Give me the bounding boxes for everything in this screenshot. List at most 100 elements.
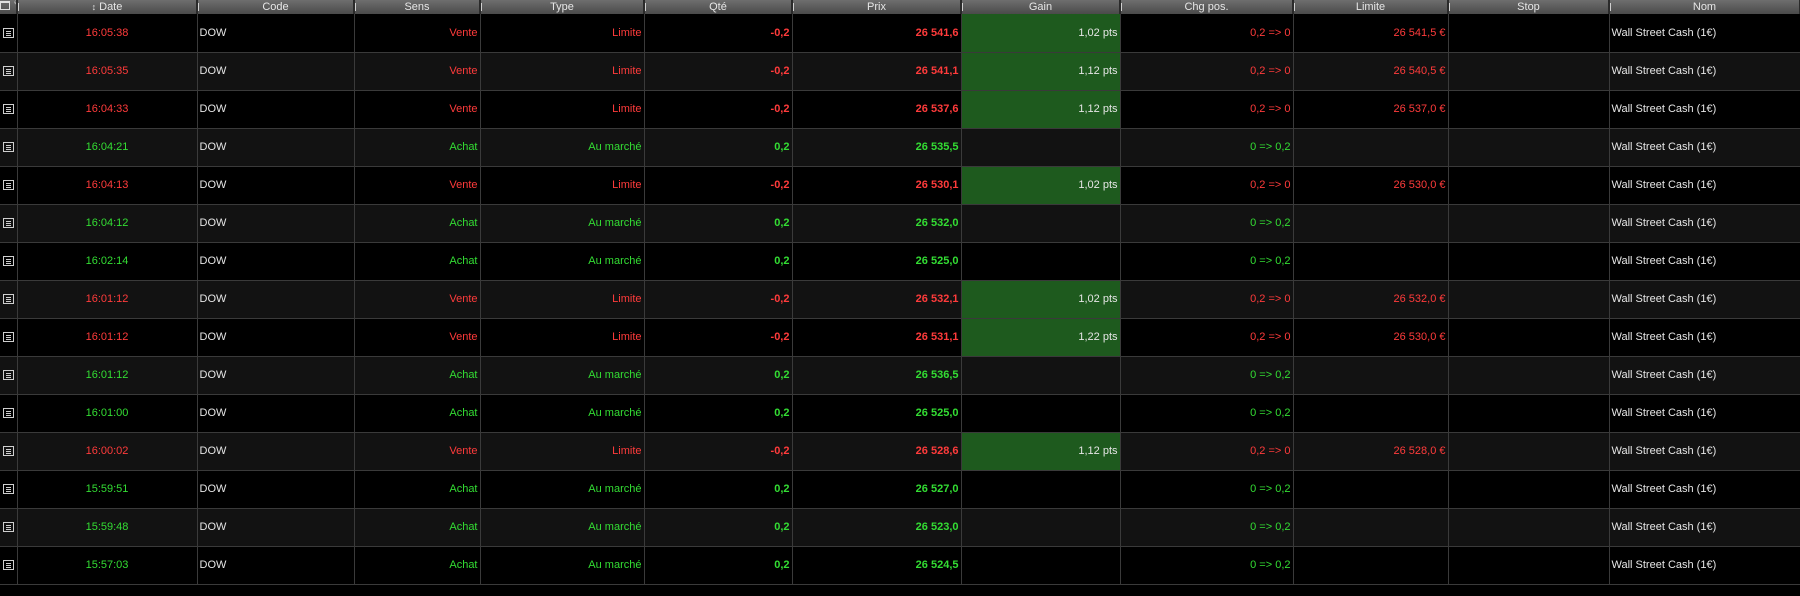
order-detail-icon[interactable] xyxy=(2,66,14,77)
cell-sens: Vente xyxy=(354,280,481,319)
cell-qte: 0,2 xyxy=(644,508,793,547)
cell-sens: Achat xyxy=(354,356,481,395)
table-row[interactable]: 16:04:33 DOW Vente Limite -0,2 26 537,6 1,12 p… xyxy=(0,90,1800,129)
cell-sens: Vente xyxy=(354,90,481,129)
row-icon-cell[interactable] xyxy=(0,546,18,585)
table-row[interactable]: 16:01:00 DOW Achat Au marché 0,2 26 525,0 0 =>… xyxy=(0,394,1800,433)
order-detail-icon[interactable] xyxy=(2,522,14,533)
cell-nom: Wall Street Cash (1€) xyxy=(1609,546,1800,585)
table-row[interactable]: 15:59:48 DOW Achat Au marché 0,2 26 523,0 0 =>… xyxy=(0,508,1800,547)
cell-gain: 1,02 pts xyxy=(961,166,1121,205)
order-detail-icon[interactable] xyxy=(2,370,14,381)
cell-limite: 26 537,0 € xyxy=(1293,90,1449,129)
cell-chg: 0 => 0,2 xyxy=(1120,394,1294,433)
column-header-stop[interactable]: Stop xyxy=(1448,0,1610,14)
column-header-nom[interactable]: Nom xyxy=(1609,0,1800,14)
order-detail-icon[interactable] xyxy=(2,142,14,153)
order-detail-icon[interactable] xyxy=(2,180,14,191)
cell-type: Limite xyxy=(480,280,645,319)
table-row[interactable]: 16:04:13 DOW Vente Limite -0,2 26 530,1 1,02 p… xyxy=(0,166,1800,205)
row-icon-cell[interactable] xyxy=(0,242,18,281)
row-icon-cell[interactable] xyxy=(0,318,18,357)
header-icons-cell[interactable]: 🔧︎ xyxy=(0,0,18,14)
cell-prix: 26 537,6 xyxy=(792,90,962,129)
cell-chg: 0 => 0,2 xyxy=(1120,508,1294,547)
row-icon-cell[interactable] xyxy=(0,52,18,91)
table-row[interactable]: 16:01:12 DOW Achat Au marché 0,2 26 536,5 0 =>… xyxy=(0,356,1800,395)
order-detail-icon[interactable] xyxy=(2,484,14,495)
cell-date: 15:59:51 xyxy=(17,470,198,509)
orders-table: 🔧︎ ↕Date Code Sens Type Qté Prix Gain Ch… xyxy=(0,0,1800,585)
row-icon-cell[interactable] xyxy=(0,280,18,319)
table-row[interactable]: 16:04:12 DOW Achat Au marché 0,2 26 532,0 0 =>… xyxy=(0,204,1800,243)
cell-code: DOW xyxy=(197,394,355,433)
order-detail-icon[interactable] xyxy=(2,218,14,229)
row-icon-cell[interactable] xyxy=(0,394,18,433)
cell-sens: Achat xyxy=(354,204,481,243)
column-header-prix[interactable]: Prix xyxy=(792,0,962,14)
row-icon-cell[interactable] xyxy=(0,356,18,395)
column-header-code[interactable]: Code xyxy=(197,0,355,14)
cell-type: Au marché xyxy=(480,508,645,547)
order-detail-icon[interactable] xyxy=(2,256,14,267)
cell-nom: Wall Street Cash (1€) xyxy=(1609,90,1800,129)
column-header-gain[interactable]: Gain xyxy=(961,0,1121,14)
order-detail-icon[interactable] xyxy=(2,446,14,457)
cell-qte: -0,2 xyxy=(644,14,793,53)
order-detail-icon[interactable] xyxy=(2,294,14,305)
table-row[interactable]: 15:57:03 DOW Achat Au marché 0,2 26 524,5 0 =>… xyxy=(0,546,1800,585)
cell-limite: 26 528,0 € xyxy=(1293,432,1449,471)
cell-code: DOW xyxy=(197,90,355,129)
table-row[interactable]: 16:01:12 DOW Vente Limite -0,2 26 531,1 1,22 p… xyxy=(0,318,1800,357)
order-detail-icon[interactable] xyxy=(2,332,14,343)
table-row[interactable]: 16:01:12 DOW Vente Limite -0,2 26 532,1 1,02 p… xyxy=(0,280,1800,319)
cell-code: DOW xyxy=(197,546,355,585)
column-header-sens[interactable]: Sens xyxy=(354,0,481,14)
row-icon-cell[interactable] xyxy=(0,166,18,205)
order-detail-icon[interactable] xyxy=(2,408,14,419)
column-header-date[interactable]: ↕ Date xyxy=(17,0,198,14)
cell-code: DOW xyxy=(197,204,355,243)
document-icon[interactable] xyxy=(0,1,10,11)
row-icon-cell[interactable] xyxy=(0,508,18,547)
cell-date: 16:05:35 xyxy=(17,52,198,91)
column-header-limite[interactable]: Limite xyxy=(1293,0,1449,14)
table-row[interactable]: 16:00:02 DOW Vente Limite -0,2 26 528,6 1,12 p… xyxy=(0,432,1800,471)
cell-gain xyxy=(961,470,1121,509)
cell-chg: 0,2 => 0 xyxy=(1120,318,1294,357)
cell-sens: Achat xyxy=(354,242,481,281)
cell-sens: Achat xyxy=(354,470,481,509)
cell-gain xyxy=(961,204,1121,243)
row-icon-cell[interactable] xyxy=(0,128,18,167)
column-header-qte[interactable]: Qté xyxy=(644,0,793,14)
cell-chg: 0 => 0,2 xyxy=(1120,356,1294,395)
order-detail-icon[interactable] xyxy=(2,27,14,38)
table-row[interactable]: 15:59:51 DOW Achat Au marché 0,2 26 527,0 0 =>… xyxy=(0,470,1800,509)
table-row[interactable]: 16:04:21 DOW Achat Au marché 0,2 26 535,5 0 =>… xyxy=(0,128,1800,167)
cell-sens: Achat xyxy=(354,128,481,167)
cell-prix: 26 527,0 xyxy=(792,470,962,509)
cell-sens: Vente xyxy=(354,52,481,91)
table-row[interactable]: 16:02:14 DOW Achat Au marché 0,2 26 525,0 0 =>… xyxy=(0,242,1800,281)
cell-type: Limite xyxy=(480,14,645,53)
row-icon-cell[interactable] xyxy=(0,432,18,471)
table-row[interactable]: 16:05:38 DOW Vente Limite -0,2 26 541,6 1,02 p… xyxy=(0,14,1800,53)
cell-limite: 26 541,5 € xyxy=(1293,14,1449,53)
cell-chg: 0 => 0,2 xyxy=(1120,242,1294,281)
row-icon-cell[interactable] xyxy=(0,204,18,243)
order-detail-icon[interactable] xyxy=(2,560,14,571)
cell-type: Au marché xyxy=(480,356,645,395)
order-detail-icon[interactable] xyxy=(2,104,14,115)
row-icon-cell[interactable] xyxy=(0,470,18,509)
cell-gain: 1,02 pts xyxy=(961,280,1121,319)
column-header-chg-pos[interactable]: Chg pos. xyxy=(1120,0,1294,14)
cell-gain xyxy=(961,356,1121,395)
column-header-type[interactable]: Type xyxy=(480,0,645,14)
cell-stop xyxy=(1448,508,1610,547)
cell-nom: Wall Street Cash (1€) xyxy=(1609,166,1800,205)
cell-limite: 26 530,0 € xyxy=(1293,166,1449,205)
row-icon-cell[interactable] xyxy=(0,90,18,129)
row-icon-cell[interactable] xyxy=(0,14,18,53)
table-row[interactable]: 16:05:35 DOW Vente Limite -0,2 26 541,1 1,12 p… xyxy=(0,52,1800,91)
cell-date: 16:01:12 xyxy=(17,318,198,357)
